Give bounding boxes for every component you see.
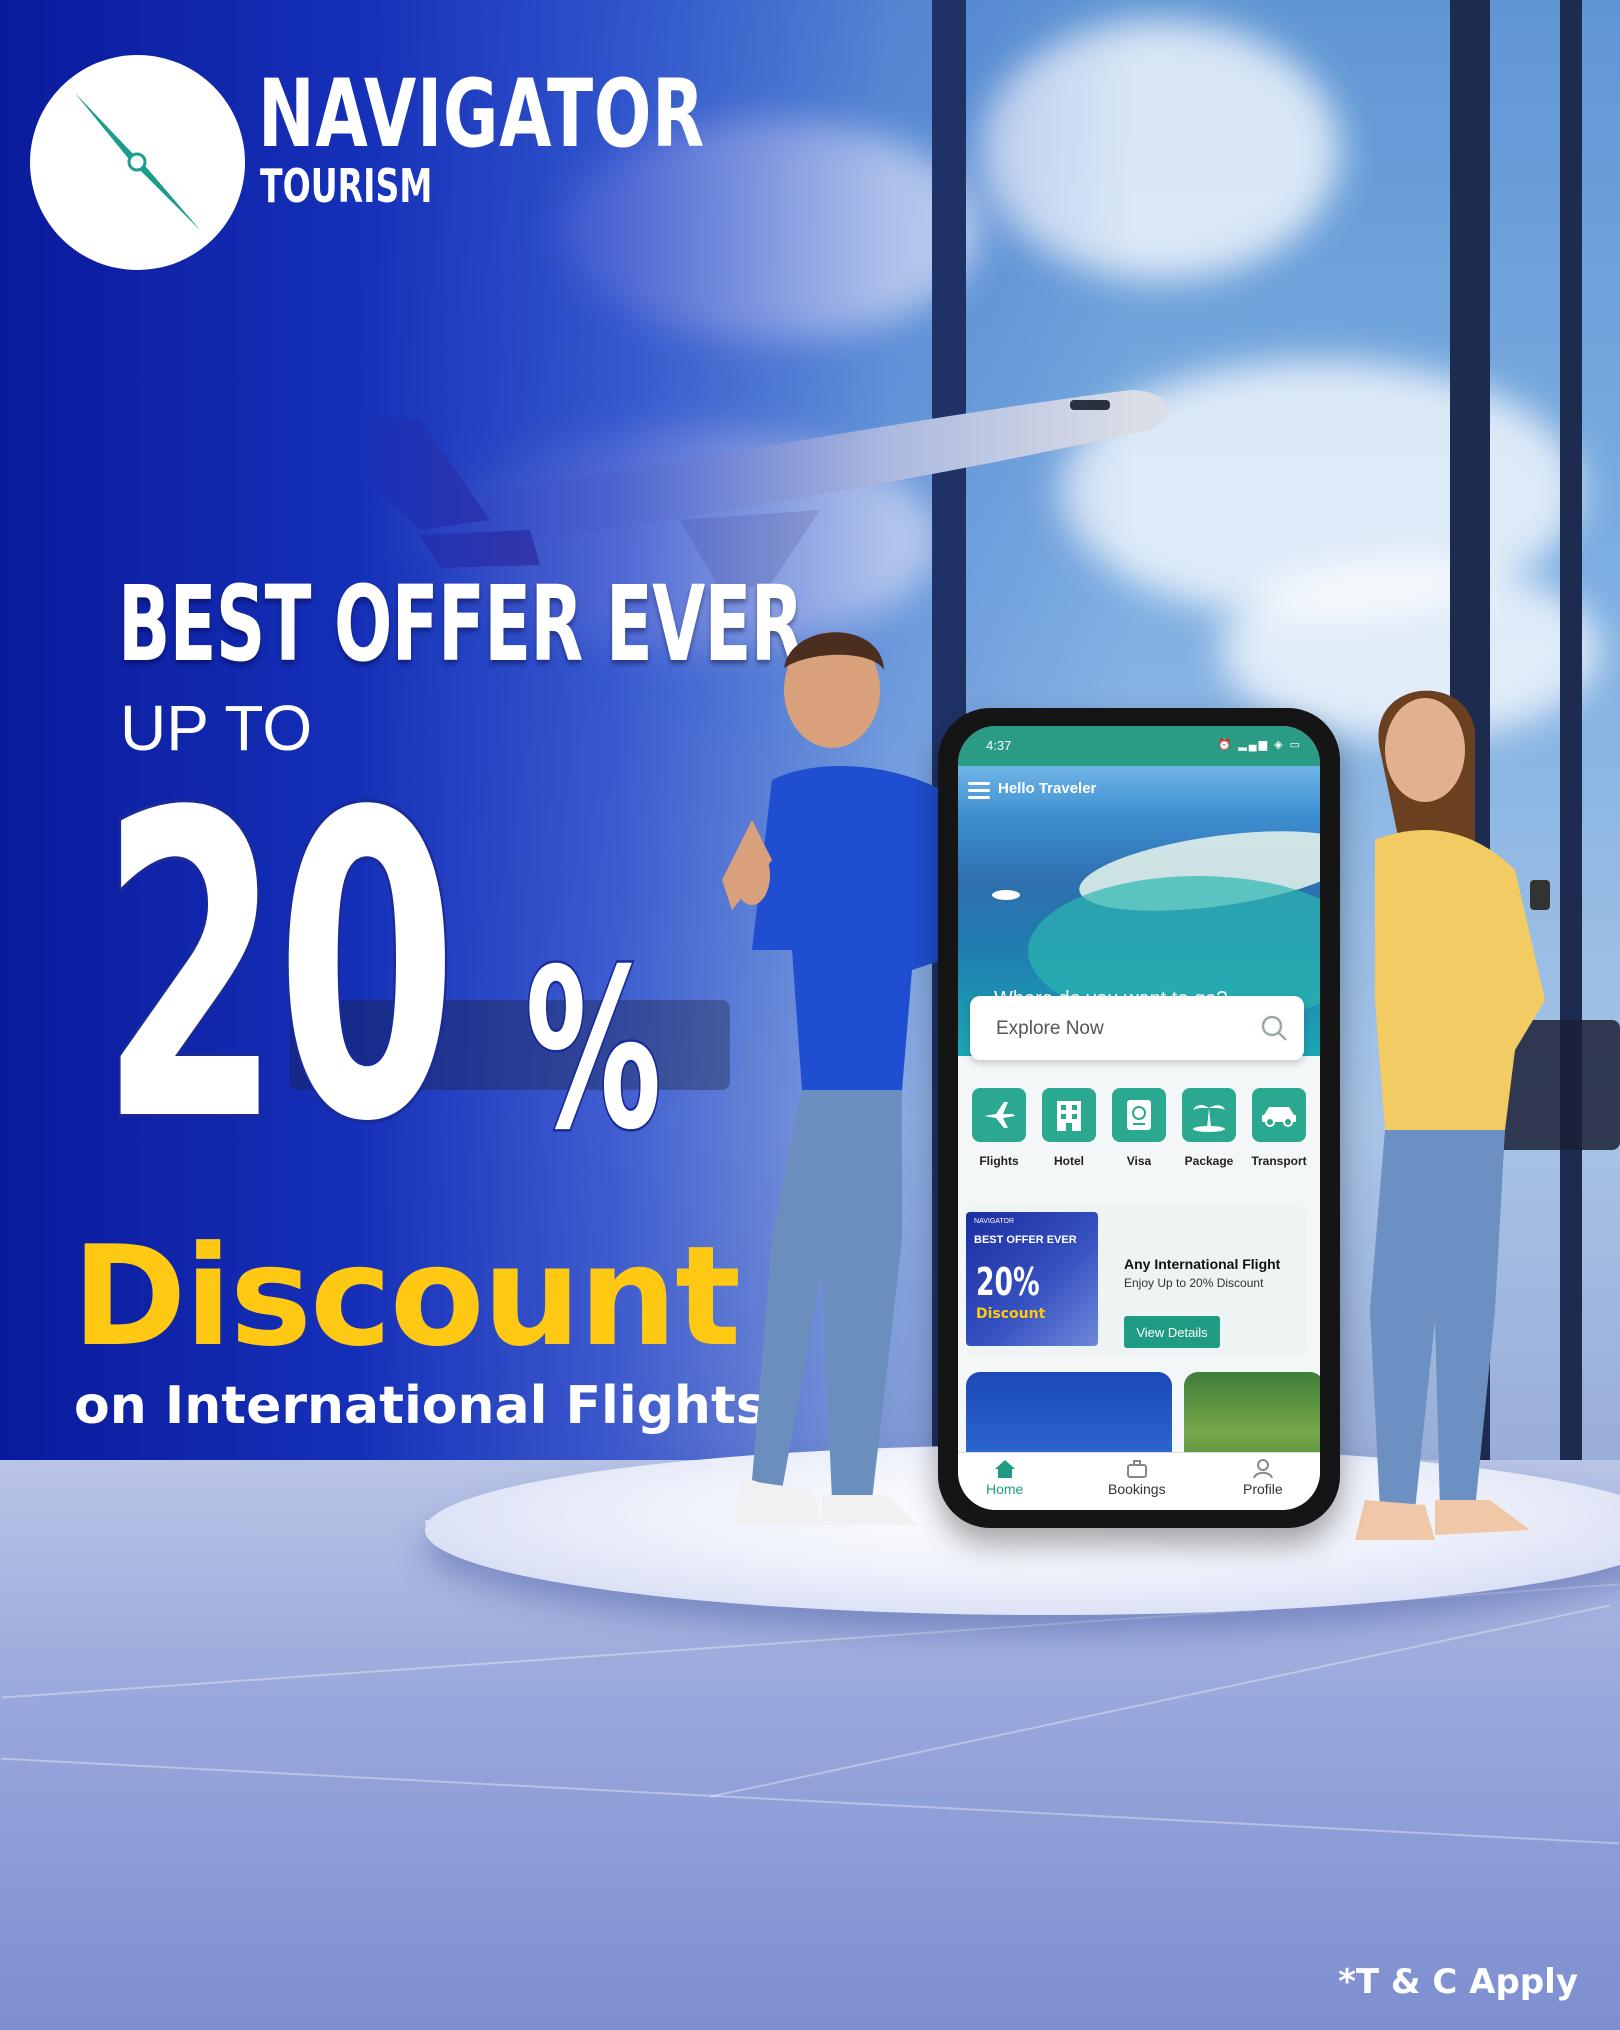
tab-profile[interactable]: Profile	[1243, 1459, 1283, 1497]
bottom-tab-bar: Home Bookings Profile	[958, 1452, 1320, 1510]
thumb-number: 20%	[976, 1260, 1040, 1304]
poster: NAVIGATOR TOURISM BEST OFFER EVER UP TO …	[0, 0, 1620, 2030]
promo-card[interactable]: NAVIGATOR BEST OFFER EVER 20% Discount A…	[966, 1206, 1306, 1356]
tab-label: Profile	[1243, 1481, 1283, 1497]
tab-label: Home	[986, 1481, 1024, 1497]
tab-home[interactable]: Home	[986, 1459, 1023, 1497]
island-icon	[1193, 1104, 1225, 1132]
status-time: 4:37	[986, 738, 1012, 753]
promo-subtitle: Enjoy Up to 20% Discount	[1124, 1276, 1264, 1290]
search-icon[interactable]	[1260, 1014, 1288, 1042]
search-placeholder: Explore Now	[996, 1018, 1104, 1039]
passport-icon	[1127, 1100, 1151, 1130]
tab-bookings[interactable]: Bookings	[1108, 1459, 1166, 1497]
status-icons: ⏰ ▂▄▆ ◈ ▭	[1217, 739, 1302, 751]
promo-thumbnail: NAVIGATOR BEST OFFER EVER 20% Discount	[966, 1212, 1098, 1346]
greeting: Hello Traveler	[998, 780, 1097, 797]
offer-subline: on International Flights	[74, 1376, 767, 1436]
category-row: Flights Hotel Visa Package Transport	[966, 1088, 1312, 1196]
airplane-icon	[984, 1102, 1015, 1128]
category-label: Hotel	[1054, 1154, 1084, 1168]
discount-number: 20	[98, 725, 460, 1214]
category-label: Flights	[979, 1154, 1019, 1168]
discount-word: Discount	[72, 1216, 741, 1377]
category-flights[interactable]: Flights	[966, 1088, 1032, 1168]
category-label: Visa	[1126, 1154, 1152, 1168]
category-hotel[interactable]: Hotel	[1036, 1088, 1102, 1168]
category-label: Package	[1184, 1154, 1234, 1168]
logo-badge	[30, 55, 245, 270]
view-details-button[interactable]: View Details	[1124, 1316, 1220, 1348]
home-icon	[994, 1460, 1015, 1478]
status-bar: 4:37 ⏰ ▂▄▆ ◈ ▭	[958, 726, 1320, 766]
boat	[992, 890, 1020, 900]
hamburger-menu-icon[interactable]	[968, 782, 990, 799]
user-icon	[1252, 1459, 1273, 1479]
search-field[interactable]: Explore Now	[970, 996, 1304, 1060]
promo-title: Any International Flight	[1124, 1256, 1281, 1272]
brand-subtitle: TOURISM	[260, 159, 433, 213]
briefcase-icon	[1126, 1460, 1147, 1478]
thumb-discount: Discount	[976, 1306, 1046, 1322]
phone-mockup: 4:37 ⏰ ▂▄▆ ◈ ▭ Hello Traveler Where do y…	[938, 708, 1340, 1528]
car-icon	[1262, 1107, 1296, 1127]
thumb-brand: NAVIGATOR	[974, 1218, 1015, 1225]
thumb-title: BEST OFFER EVER	[974, 1234, 1077, 1246]
tab-label: Bookings	[1108, 1481, 1166, 1497]
category-transport[interactable]: Transport	[1246, 1088, 1312, 1168]
phone-screen: 4:37 ⏰ ▂▄▆ ◈ ▭ Hello Traveler Where do y…	[958, 726, 1320, 1510]
percent-sign: %	[523, 922, 663, 1178]
category-visa[interactable]: Visa	[1106, 1088, 1172, 1168]
terms-note: *T & C Apply	[1338, 1962, 1578, 2002]
category-label: Transport	[1251, 1154, 1307, 1168]
headline-best-offer: BEST OFFER EVER	[118, 563, 804, 685]
category-package[interactable]: Package	[1176, 1088, 1242, 1168]
hotel-icon	[1057, 1101, 1081, 1131]
compass-icon	[75, 93, 200, 230]
brand-name: NAVIGATOR	[258, 60, 705, 169]
woman-figure	[1355, 690, 1550, 1540]
